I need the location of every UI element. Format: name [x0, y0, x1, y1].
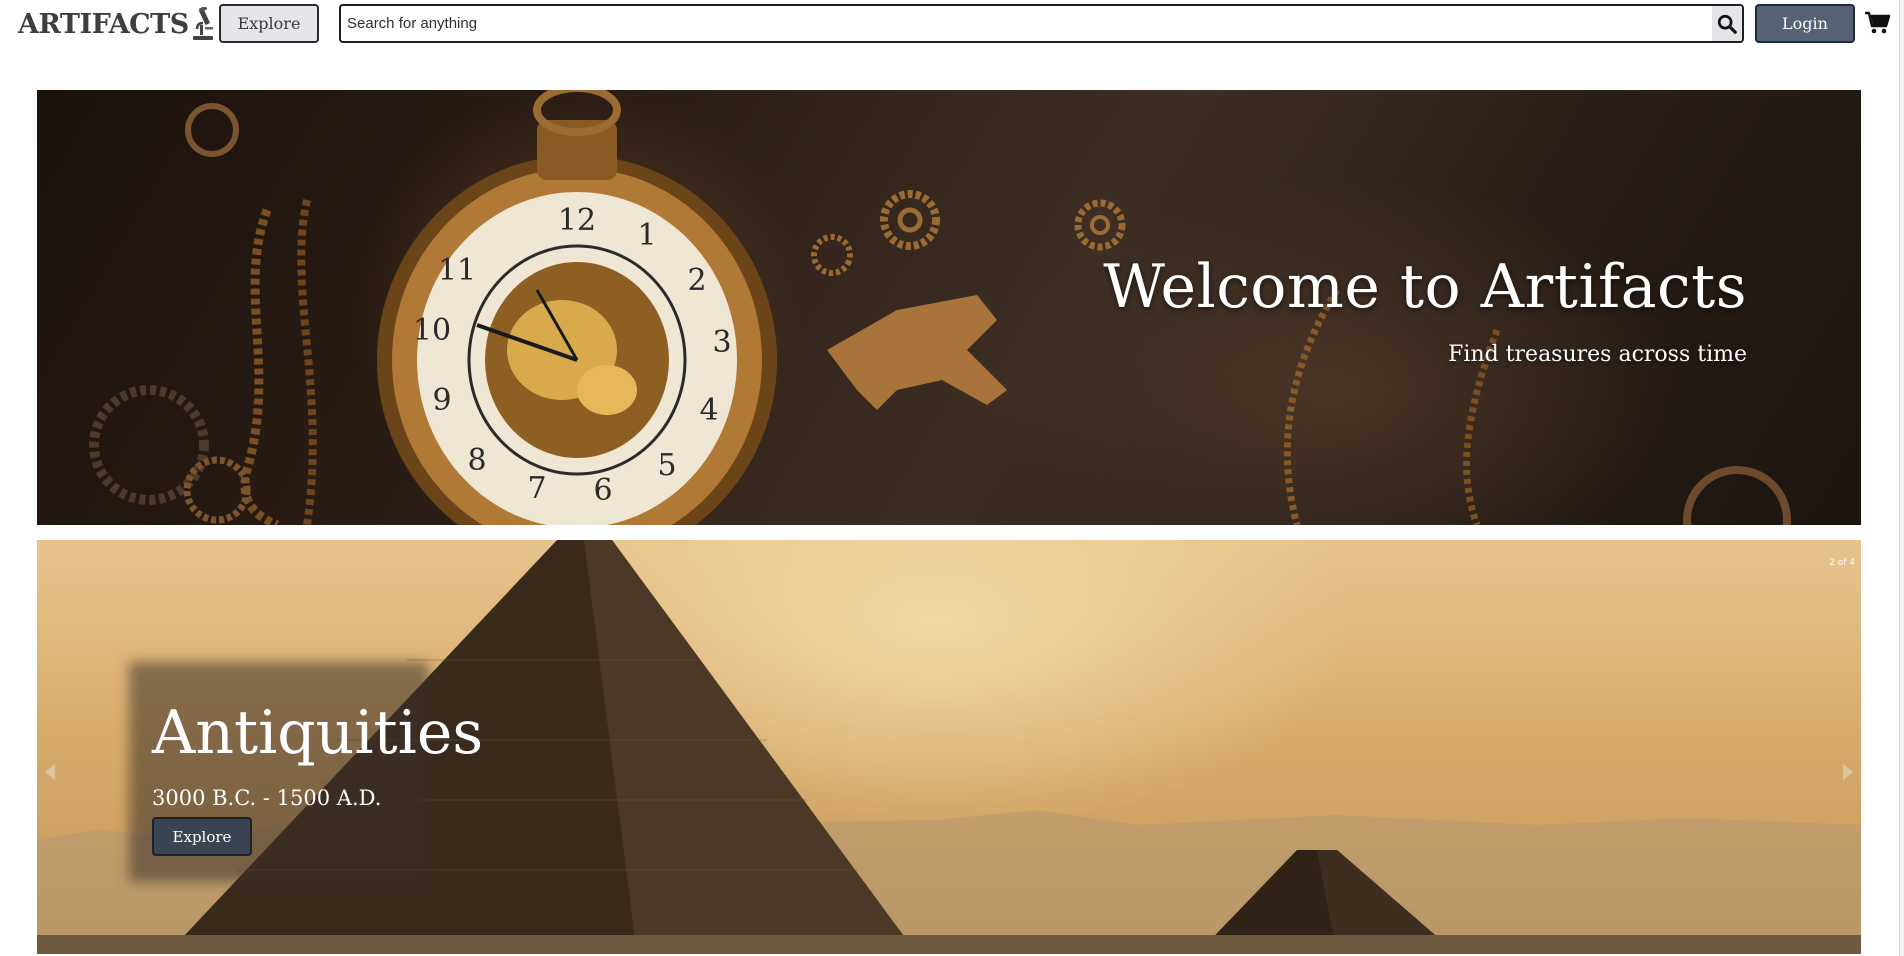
login-button[interactable]: Login	[1755, 4, 1855, 43]
search-icon	[1717, 14, 1737, 34]
chevron-right-icon[interactable]	[1841, 762, 1855, 782]
svg-text:4: 4	[699, 393, 718, 428]
microscope-icon	[192, 7, 213, 40]
svg-text:2: 2	[687, 263, 706, 298]
svg-text:7: 7	[527, 471, 546, 506]
hero-subtitle: Find treasures across time	[1448, 342, 1747, 367]
search-bar	[339, 4, 1744, 43]
category-carousel: 2 of 4 Antiquities 3000 B.C. - 1500 A.D.…	[37, 540, 1861, 954]
logo-text: ARTIFACTS	[18, 8, 189, 40]
site-logo[interactable]: ARTIFACTS	[18, 6, 217, 42]
scrollbar[interactable]	[1899, 0, 1904, 956]
svg-text:6: 6	[593, 473, 612, 508]
svg-text:12: 12	[558, 203, 596, 238]
explore-button[interactable]: Explore	[219, 4, 319, 43]
search-button[interactable]	[1712, 6, 1742, 41]
svg-text:1: 1	[637, 218, 656, 253]
cart-icon[interactable]	[1864, 10, 1892, 36]
top-navbar: ARTIFACTS Explore Login	[0, 0, 1904, 48]
slide-period: 3000 B.C. - 1500 A.D.	[152, 786, 382, 810]
hero-banner: 12 1 2 3 4 5 6 7 8 9 10 11 Welcome to Ar…	[37, 90, 1861, 525]
chevron-left-icon[interactable]	[43, 762, 57, 782]
hero-title: Welcome to Artifacts	[1103, 252, 1747, 322]
slide-title: Antiquities	[152, 698, 484, 768]
search-input[interactable]	[341, 6, 1712, 41]
svg-text:8: 8	[467, 443, 486, 478]
svg-text:11: 11	[438, 253, 476, 288]
svg-text:5: 5	[657, 448, 676, 483]
svg-text:9: 9	[432, 383, 451, 418]
svg-text:3: 3	[712, 325, 731, 360]
svg-text:10: 10	[413, 313, 451, 348]
slide-counter: 2 of 4	[1829, 558, 1855, 568]
slide-explore-button[interactable]: Explore	[152, 817, 252, 856]
